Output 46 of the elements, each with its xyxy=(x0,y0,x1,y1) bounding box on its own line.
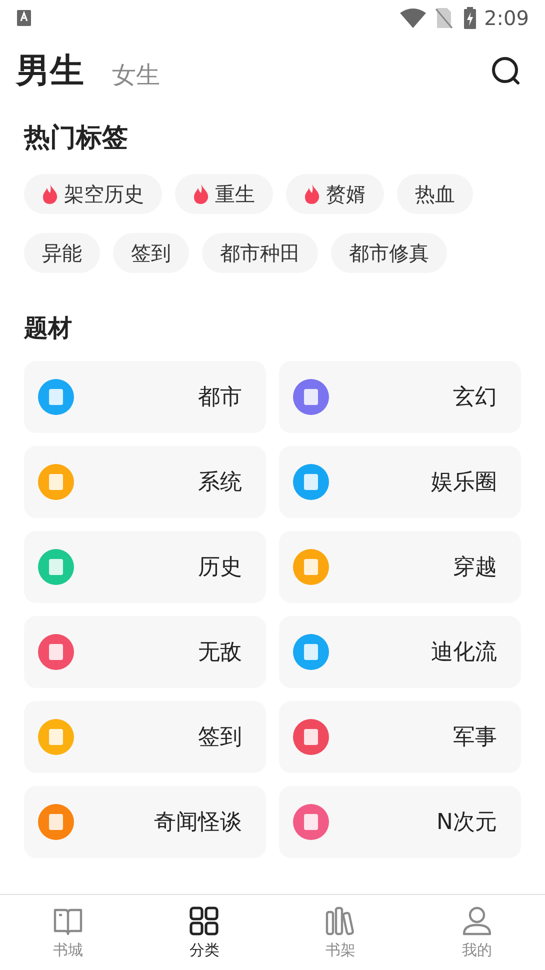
genre-card[interactable]: 系统 xyxy=(24,446,266,518)
genre-label: 迪化流 xyxy=(431,638,497,666)
search-icon[interactable] xyxy=(491,56,521,86)
clock-time: 2:09 xyxy=(484,5,529,32)
genre-label: 签到 xyxy=(198,724,242,752)
genre-card[interactable]: 穿越 xyxy=(279,531,521,603)
genre-card[interactable]: 玄幻 xyxy=(279,361,521,433)
gender-tab[interactable]: 女生 xyxy=(112,57,160,93)
shelf-icon[interactable] xyxy=(324,905,357,937)
tag-chip[interactable]: 架空历史 xyxy=(24,174,162,214)
keyboard-icon xyxy=(16,9,32,27)
genre-label: 玄幻 xyxy=(453,384,497,412)
genre-label: 历史 xyxy=(198,554,242,582)
nav-tab[interactable]: 分类 xyxy=(189,939,220,962)
section-title: 热门标签 xyxy=(24,122,129,155)
genre-card[interactable]: 迪化流 xyxy=(279,616,521,688)
genre-card[interactable]: 签到 xyxy=(24,701,266,773)
genre-card[interactable]: 历史 xyxy=(24,531,266,603)
genre-label: 系统 xyxy=(198,468,242,496)
tag-chip[interactable]: 热血 xyxy=(397,174,473,214)
tag-chip[interactable]: 都市种田 xyxy=(202,233,318,273)
genre-card[interactable]: 无敌 xyxy=(24,616,266,688)
tag-chip[interactable]: 签到 xyxy=(113,233,189,273)
genre-label: 军事 xyxy=(453,724,497,752)
wifi-icon xyxy=(400,8,426,28)
genre-label: 无敌 xyxy=(198,638,242,666)
grid-icon[interactable] xyxy=(188,905,220,937)
gender-tab[interactable]: 男生 xyxy=(16,49,84,93)
genre-card[interactable]: 军事 xyxy=(279,701,521,773)
tag-chip[interactable]: 重生 xyxy=(175,174,273,214)
genre-card[interactable]: 都市 xyxy=(24,361,266,433)
tag-chip[interactable]: 赘婿 xyxy=(286,174,384,214)
genre-card[interactable]: 娱乐圈 xyxy=(279,446,521,518)
genre-card[interactable]: N次元 xyxy=(279,786,521,858)
genre-label: 穿越 xyxy=(453,554,497,582)
genre-card[interactable]: 奇闻怪谈 xyxy=(24,786,266,858)
genre-label: 娱乐圈 xyxy=(431,468,497,496)
genre-label: 奇闻怪谈 xyxy=(154,808,242,836)
battery-icon xyxy=(464,7,476,29)
section-title: 题材 xyxy=(24,313,73,344)
genre-label: N次元 xyxy=(436,808,497,836)
tag-chip[interactable]: 异能 xyxy=(24,233,100,273)
genre-label: 都市 xyxy=(198,384,242,412)
tag-chip[interactable]: 都市修真 xyxy=(331,233,447,273)
person-icon[interactable] xyxy=(460,905,493,937)
no-sim-icon xyxy=(434,7,454,29)
